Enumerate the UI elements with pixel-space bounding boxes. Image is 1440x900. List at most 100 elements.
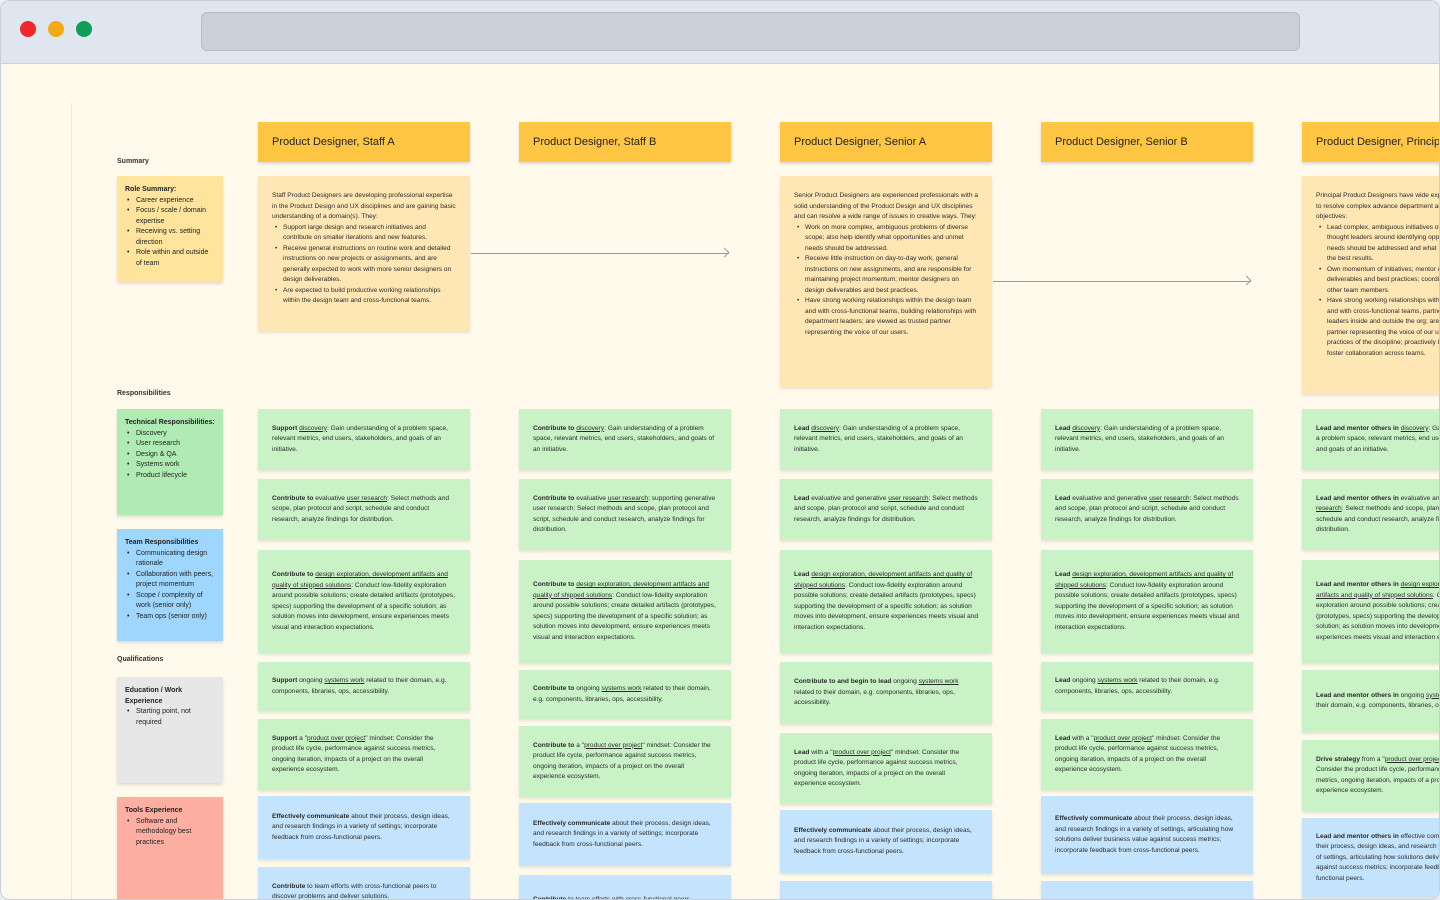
- arrow-connector: [471, 247, 731, 259]
- summary-card[interactable]: Principal Product Designers have wide ex…: [1302, 176, 1439, 394]
- team-responsibility-card[interactable]: Effectively communicate about their proc…: [519, 803, 731, 866]
- technical-responsibility-card[interactable]: Contribute to and begin to lead ongoing …: [780, 662, 992, 724]
- whiteboard-canvas[interactable]: Summary Responsibilities Qualifications …: [1, 65, 1440, 900]
- minimize-window-button[interactable]: [48, 21, 64, 37]
- card-lead-verb: Effectively communicate: [272, 812, 350, 820]
- technical-responsibility-card[interactable]: Support discovery: Gain understanding of…: [258, 409, 470, 470]
- card-link[interactable]: discovery: [811, 425, 839, 432]
- card-lead-verb: Lead and mentor others in: [1316, 691, 1399, 699]
- technical-responsibility-card[interactable]: Support a "product over project" mindset…: [258, 719, 470, 790]
- sticky-list-item: Receiving vs. setting direction: [125, 227, 215, 248]
- card-link[interactable]: discovery: [576, 425, 604, 432]
- summary-intro: Senior Product Designers are experienced…: [794, 192, 978, 220]
- sticky-role-summary[interactable]: Role Summary: Career experienceFocus / s…: [117, 176, 223, 282]
- summary-card[interactable]: Senior Product Designers are experienced…: [780, 176, 992, 387]
- team-responsibility-card[interactable]: Contribute to team efforts with cross-fu…: [258, 867, 470, 899]
- sticky-education-experience[interactable]: Education / Work Experience Starting poi…: [117, 677, 223, 783]
- section-label-qualifications: Qualifications: [117, 656, 164, 663]
- section-label-responsibilities: Responsibilities: [117, 390, 171, 397]
- team-responsibility-card[interactable]: Proactively lead team efforts with cross…: [1041, 881, 1253, 899]
- column-header[interactable]: Product Designer, Senior A: [780, 122, 992, 162]
- team-responsibility-card[interactable]: Lead and mentor others in effective comm…: [1302, 818, 1439, 898]
- address-bar[interactable]: [201, 12, 1300, 51]
- technical-responsibility-card[interactable]: Contribute to ongoing systems work relat…: [519, 670, 731, 719]
- technical-responsibility-card[interactable]: Lead evaluative and generative user rese…: [1041, 479, 1253, 540]
- technical-responsibility-card[interactable]: Contribute to a "product over project" m…: [519, 726, 731, 797]
- team-responsibility-card[interactable]: Effectively communicate about their proc…: [780, 810, 992, 873]
- card-link[interactable]: product over project: [584, 742, 642, 749]
- card-link[interactable]: product over project: [1094, 735, 1152, 742]
- technical-responsibility-card[interactable]: Drive strategy from a "product over proj…: [1302, 740, 1439, 811]
- card-text: to team efforts with cross-functional pe…: [566, 895, 691, 900]
- team-responsibility-card[interactable]: Effectively communicate about their proc…: [258, 796, 470, 859]
- close-window-button[interactable]: [20, 21, 36, 37]
- team-responsibility-card[interactable]: Effectively communicate about their proc…: [1041, 796, 1253, 874]
- sticky-title: Team Responsibilities: [125, 539, 199, 546]
- card-text: evaluative: [313, 494, 347, 502]
- card-link[interactable]: product over project: [1385, 756, 1439, 763]
- card-text: related to their domain, e.g. components…: [794, 688, 955, 707]
- card-lead-verb: Contribute: [272, 882, 306, 890]
- sticky-tools-experience[interactable]: Tools Experience Software and methodolog…: [117, 797, 223, 899]
- card-link[interactable]: systems work: [1098, 677, 1138, 684]
- technical-responsibility-card[interactable]: Contribute to evaluative user research; …: [519, 479, 731, 550]
- browser-window: Summary Responsibilities Qualifications …: [0, 0, 1440, 900]
- sticky-list-item: Product lifecycle: [125, 471, 215, 482]
- technical-responsibility-card[interactable]: Lead with a "product over project" minds…: [780, 733, 992, 804]
- technical-responsibility-card[interactable]: Contribute to design exploration, develo…: [519, 560, 731, 663]
- technical-responsibility-card[interactable]: Support ongoing systems work related to …: [258, 662, 470, 711]
- summary-card[interactable]: Staff Product Designers are developing p…: [258, 176, 470, 331]
- title-bar: [1, 1, 1439, 64]
- sticky-list-item: Communicating design rationale: [125, 549, 215, 570]
- column-header[interactable]: Product Designer, Senior B: [1041, 122, 1253, 162]
- technical-responsibility-card[interactable]: Lead and mentor others in design explor a…: [1302, 560, 1439, 663]
- technical-responsibility-card[interactable]: Contribute to design exploration, develo…: [258, 550, 470, 653]
- technical-responsibility-card[interactable]: Lead design exploration, development art…: [780, 550, 992, 653]
- card-link[interactable]: systems work: [919, 678, 959, 685]
- card-link[interactable]: product over project: [833, 749, 891, 756]
- card-link[interactable]: product over project: [307, 735, 365, 742]
- card-link[interactable]: discovery: [1401, 425, 1429, 432]
- card-link[interactable]: systems work: [324, 677, 364, 684]
- sticky-list-item: Team ops (senior only): [125, 612, 215, 623]
- technical-responsibility-card[interactable]: Lead and mentor others in evaluative and…: [1302, 479, 1440, 550]
- column-header[interactable]: Product Designer, Staff B: [519, 122, 731, 162]
- technical-responsibility-card[interactable]: Lead and mentor others in ongoing system…: [1302, 670, 1439, 732]
- card-text: evaluative and generative: [1400, 494, 1440, 502]
- card-link[interactable]: discovery: [1072, 425, 1100, 432]
- card-lead-verb: Lead: [1055, 494, 1071, 502]
- technical-responsibility-card[interactable]: Contribute to discovery: Gain understand…: [519, 409, 731, 470]
- technical-responsibility-card[interactable]: Lead discovery: Gain understanding of a …: [1041, 409, 1253, 470]
- sticky-list-item: Discovery: [125, 429, 215, 440]
- technical-responsibility-card[interactable]: Lead discovery: Gain understanding of a …: [780, 409, 992, 470]
- sticky-technical-responsibilities[interactable]: Technical Responsibilities: DiscoveryUse…: [117, 409, 223, 515]
- card-link[interactable]: systems work: [1426, 692, 1439, 699]
- card-lead-verb: Effectively communicate: [794, 826, 872, 834]
- sticky-team-responsibilities[interactable]: Team Responsibilities Communicating desi…: [117, 529, 223, 641]
- column-header[interactable]: Product Designer, Principal: [1302, 122, 1439, 162]
- card-lead-verb: Lead: [794, 748, 810, 756]
- card-lead-verb: Lead: [1055, 571, 1071, 578]
- sticky-list-item: Systems work: [125, 460, 215, 471]
- technical-responsibility-card[interactable]: Lead with a "product over project" minds…: [1041, 719, 1253, 790]
- card-link[interactable]: discovery: [299, 425, 327, 432]
- card-lead-verb: Lead and mentor others in: [1316, 832, 1399, 840]
- card-link[interactable]: user research: [888, 495, 928, 502]
- card-text: ongoing: [1070, 677, 1098, 684]
- summary-item: Are expected to build productive working…: [272, 286, 456, 307]
- technical-responsibility-card[interactable]: Lead design exploration, development art…: [1041, 550, 1253, 653]
- card-link[interactable]: user research: [608, 495, 648, 502]
- technical-responsibility-card[interactable]: Lead and mentor others in discovery: Gai…: [1302, 409, 1439, 470]
- column-header[interactable]: Product Designer, Staff A: [258, 122, 470, 162]
- card-text: a ": [297, 734, 307, 742]
- team-responsibility-card[interactable]: Lead team efforts with cross-functional …: [780, 881, 992, 899]
- card-text: from a ": [1359, 755, 1385, 763]
- team-responsibility-card[interactable]: Contribute to team efforts with cross-fu…: [519, 875, 731, 900]
- technical-responsibility-card[interactable]: Lead ongoing systems work related to the…: [1041, 662, 1253, 711]
- card-link[interactable]: user research: [1149, 495, 1189, 502]
- card-link[interactable]: user research: [347, 495, 387, 502]
- technical-responsibility-card[interactable]: Contribute to evaluative user research: …: [258, 479, 470, 540]
- technical-responsibility-card[interactable]: Lead evaluative and generative user rese…: [780, 479, 992, 540]
- card-link[interactable]: systems work: [602, 685, 642, 692]
- maximize-window-button[interactable]: [76, 21, 92, 37]
